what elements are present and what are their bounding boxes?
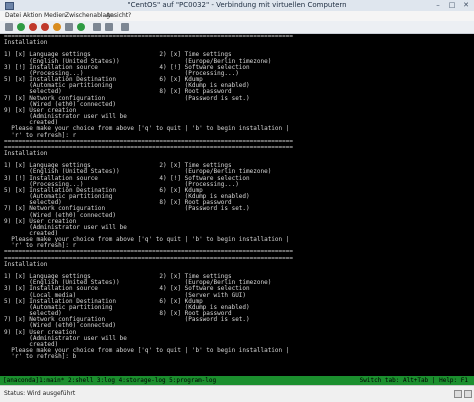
- revert-icon[interactable]: [105, 23, 113, 31]
- console-output: ========================================…: [0, 34, 474, 373]
- menu-ansicht[interactable]: Ansicht: [106, 11, 128, 21]
- console-line: Installation: [4, 260, 48, 268]
- status-bar: Status: Wird ausgeführt: [0, 385, 474, 402]
- close-button[interactable]: ✕: [460, 0, 472, 10]
- console-line: Installation: [4, 149, 48, 157]
- tmux-status-bar: [anaconda]1:main* 2:shell 3:log 4:storag…: [0, 376, 474, 385]
- toolbar: [0, 21, 474, 34]
- lock-icon: [464, 390, 472, 398]
- console-line: Installation: [4, 39, 48, 47]
- tmux-help: Switch tab: Alt+Tab | Help: F1: [359, 377, 468, 384]
- menu-help[interactable]: ?: [128, 11, 131, 21]
- tmux-windows: [anaconda]1:main* 2:shell 3:log 4:storag…: [3, 377, 217, 384]
- keyboard-icon: [454, 390, 462, 398]
- vm-console[interactable]: ========================================…: [0, 34, 474, 376]
- checkpoint-icon[interactable]: [93, 23, 101, 31]
- menu-aktion[interactable]: Aktion: [23, 11, 42, 21]
- reset-icon[interactable]: [77, 23, 85, 31]
- maximize-button[interactable]: □: [446, 0, 458, 10]
- turn-off-icon[interactable]: [29, 23, 37, 31]
- start-icon[interactable]: [17, 23, 25, 31]
- ctrl-alt-del-icon[interactable]: [5, 23, 13, 31]
- pause-icon[interactable]: [65, 23, 73, 31]
- enhanced-session-icon[interactable]: [121, 23, 129, 31]
- window-title: "CentOS" auf "PC0032" - Verbindung mit v…: [127, 1, 347, 9]
- minimize-button[interactable]: –: [432, 0, 444, 10]
- menu-medien[interactable]: Medien: [44, 11, 66, 21]
- shutdown-icon[interactable]: [41, 23, 49, 31]
- status-text: Status: Wird ausgeführt: [4, 390, 76, 397]
- console-line: 'r' to refresh]: b: [4, 353, 77, 361]
- menu-datei[interactable]: Datei: [5, 11, 21, 21]
- save-icon[interactable]: [53, 23, 61, 31]
